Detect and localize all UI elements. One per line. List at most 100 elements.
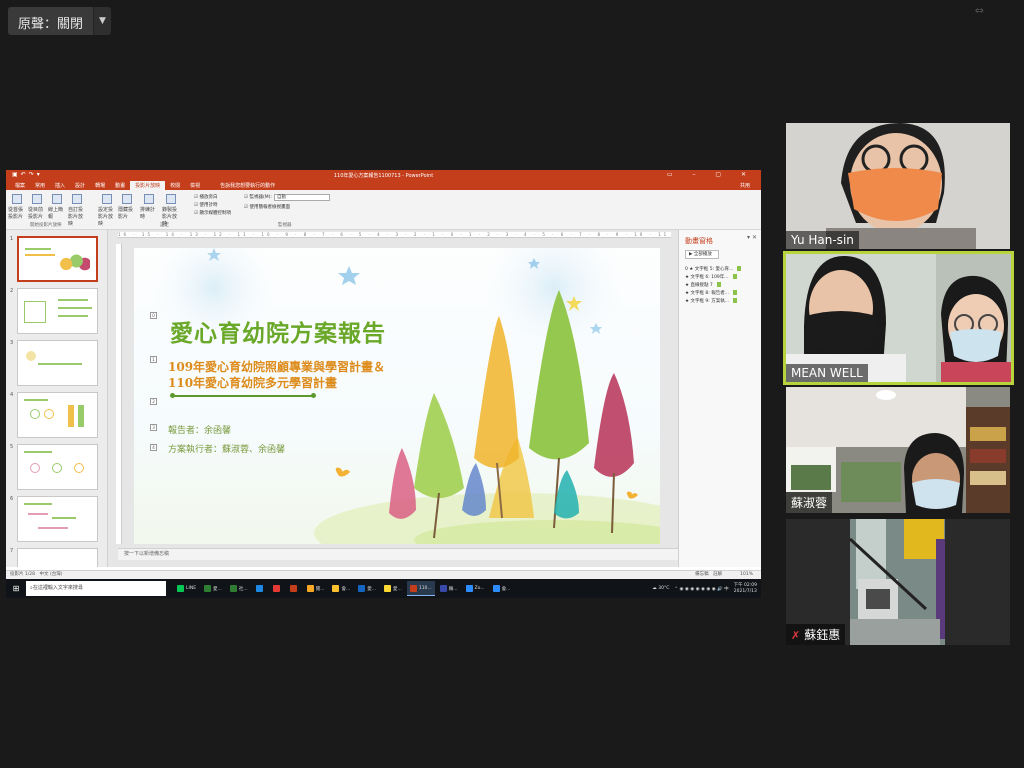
thumb-number: 6 <box>10 496 14 502</box>
taskbar-app[interactable]: Zo... <box>463 581 488 596</box>
status-right[interactable]: 備忘稿 註解 101% <box>695 571 753 579</box>
taskbar-app[interactable]: 110... <box>406 581 435 596</box>
slide-thumbnail-3[interactable] <box>17 340 98 386</box>
mic-muted-icon: ✗ <box>791 629 801 642</box>
from-current-button[interactable]: 從目前投影片 <box>28 194 46 220</box>
taskbar-app-label: 社... <box>238 586 248 592</box>
app-icon <box>332 585 340 592</box>
taskbar-app[interactable] <box>270 581 285 596</box>
original-sound-control[interactable]: 原聲：關閉 ▼ <box>8 7 112 35</box>
tab-design[interactable]: 設計 <box>70 181 90 190</box>
original-sound-label[interactable]: 原聲：關閉 <box>8 7 94 35</box>
app-icon <box>384 585 392 592</box>
rehearse-timings-button[interactable]: 排練計時 <box>140 194 158 220</box>
taskbar-app[interactable]: 會... <box>490 581 514 596</box>
app-icon <box>409 584 417 592</box>
slide-reporter: 報告者：余函馨 <box>168 426 232 436</box>
taskbar-app[interactable]: 會... <box>329 581 353 596</box>
tab-review[interactable]: 校閱 <box>165 181 185 190</box>
ppt-workspace: 1 2 3 4 5 6 7 16 · 15 · 14 · 13 · 12 · 1… <box>6 230 761 567</box>
play-all-button[interactable]: ▶ 全部播放 <box>685 250 719 259</box>
expand-icon[interactable]: ⇔ <box>975 4 984 17</box>
tab-home[interactable]: 常用 <box>30 181 50 190</box>
tab-slideshow[interactable]: 投影片放映 <box>130 181 166 190</box>
animation-item[interactable]: ★ 文字框 9: 方案執... <box>685 298 737 304</box>
taskbar-app[interactable]: LINE <box>174 581 199 596</box>
tray-icons[interactable]: ⌃ ◉ ◉ ◉ ◉ ◉ ◉ ◉ 🔊 中 <box>674 586 728 592</box>
notes-placeholder[interactable]: 按一下以新增備忘稿 <box>118 548 678 560</box>
taskbar-app-label: 愛... <box>367 586 377 592</box>
windows-start-icon[interactable]: ⊞ <box>6 584 26 593</box>
slide-thumbnail-7[interactable] <box>17 548 98 567</box>
app-icon <box>204 585 212 592</box>
setup-show-button[interactable]: 設定投影片放映 <box>98 194 116 227</box>
tab-animations[interactable]: 動畫 <box>110 181 130 190</box>
app-icon <box>289 585 297 592</box>
chevron-down-icon[interactable]: ▼ <box>93 7 112 35</box>
custom-show-button[interactable]: 自訂投影片放映 <box>68 194 86 227</box>
participant-tile-4[interactable]: ✗ 蘇鈺惠 <box>786 519 1010 645</box>
taskbar-app[interactable]: 賴... <box>437 581 461 596</box>
share-button[interactable]: 共用 <box>735 181 755 190</box>
taskbar-app[interactable] <box>253 581 268 596</box>
ppt-window-title: 110年愛心方案報告1100713 - PowerPoint <box>333 172 434 179</box>
animation-item[interactable]: ★ 文字框 6: 109年... <box>685 274 737 280</box>
taskbar-app[interactable]: 社... <box>227 581 251 596</box>
tab-transitions[interactable]: 轉場 <box>90 181 110 190</box>
slide-thumbnail-2[interactable] <box>17 288 98 334</box>
window-controls[interactable]: ▭ – ▢ ✕ <box>667 171 755 178</box>
slide-divider <box>170 393 316 398</box>
animation-item[interactable]: 0 ★ 文字框 5: 愛心育... <box>685 266 742 272</box>
use-timings-checkbox[interactable]: 使用計時 <box>194 202 217 208</box>
animation-item[interactable]: ★ 文字框 8: 報告者... <box>685 290 737 296</box>
taskbar-app[interactable] <box>287 581 302 596</box>
windows-taskbar: ⊞ ⌕ 在這裡輸入文字來搜尋 LINE 愛... 社... 閱... 會... 愛... 愛… <box>6 579 761 598</box>
taskbar-app-label: 愛... <box>213 586 222 592</box>
slide-thumbnail-pane[interactable]: 1 2 3 4 5 6 7 <box>6 230 108 567</box>
from-beginning-button[interactable]: 從首張投影片 <box>8 194 26 220</box>
taskbar-app-label: 愛... <box>393 586 402 592</box>
animation-pane[interactable]: 動畫窗格 ▾ ✕ ▶ 全部播放 0 ★ 文字框 5: 愛心育... ★ 文字框 … <box>678 230 761 567</box>
tab-view[interactable]: 檢視 <box>185 181 205 190</box>
participant-name: 蘇淑蓉 <box>786 492 833 513</box>
slide-thumbnail-6[interactable] <box>17 496 98 542</box>
present-online-button[interactable]: 線上簡報 <box>48 194 66 220</box>
animation-marker: 2 <box>150 398 157 405</box>
close-icon[interactable]: ▾ ✕ <box>747 234 757 241</box>
taskbar-app-label: 賴... <box>448 586 458 592</box>
horizontal-ruler: 16 · 15 · 14 · 13 · 12 · 11 · 10 · 9 · 8… <box>118 232 671 238</box>
animation-marker: 0 <box>150 312 157 319</box>
ppt-ribbon: 從首張投影片 從目前投影片 線上簡報 自訂投影片放映 設定投影片放映 隱藏投影片… <box>6 190 761 230</box>
tab-file[interactable]: 檔案 <box>10 181 30 190</box>
slide-thumbnail-4[interactable] <box>17 392 98 438</box>
app-icon <box>272 585 280 592</box>
participant-name: MEAN WELL <box>786 364 868 382</box>
presenter-view-checkbox[interactable]: 使用簡報者檢視畫面 <box>244 204 290 210</box>
taskbar-app-label: 會... <box>341 586 351 592</box>
ppt-ribbon-tabs: 檔案 常用 插入 設計 轉場 動畫 投影片放映 校閱 檢視 告訴我您想要執行的動… <box>6 180 761 190</box>
taskbar-app[interactable]: 愛... <box>355 581 379 596</box>
group-monitors: 監視器 <box>278 223 292 228</box>
monitor-select[interactable]: 自動 <box>274 194 330 201</box>
media-controls-checkbox[interactable]: 顯示媒體控制項 <box>194 210 231 216</box>
participant-tile-1[interactable]: Yu Han-sin <box>786 123 1010 249</box>
weather-icon[interactable]: ☁ 30°C <box>652 586 669 591</box>
animation-item[interactable]: ★ 直線接點 7 <box>685 282 721 288</box>
tell-me-search[interactable]: 告訴我您想要執行的動作 <box>215 181 280 190</box>
slide-thumbnail-5[interactable] <box>17 444 98 490</box>
group-start-slideshow: 開始投影片放映 <box>30 223 62 228</box>
taskbar-app[interactable]: 閱... <box>304 581 328 596</box>
participant-tile-2[interactable]: MEAN WELL <box>783 251 1014 385</box>
hide-slide-button[interactable]: 隱藏投影片 <box>118 194 136 220</box>
participant-tile-3[interactable]: 蘇淑蓉 <box>786 387 1010 513</box>
tab-insert[interactable]: 插入 <box>50 181 70 190</box>
taskbar-app[interactable]: 愛... <box>381 581 405 596</box>
taskbar-app[interactable]: 愛... <box>201 581 225 596</box>
slide-thumbnail-1[interactable] <box>17 236 98 282</box>
taskbar-search-input[interactable]: ⌕ 在這裡輸入文字來搜尋 <box>26 581 166 596</box>
play-narrations-checkbox[interactable]: 播放旁白 <box>194 194 217 200</box>
quick-access-icons[interactable]: ▣↶↷▾ <box>12 171 43 178</box>
slide-canvas[interactable]: 0 1 2 3 4 愛心育幼院方案報告 109年愛心育幼院照顧專業與學習計畫＆ … <box>134 248 660 544</box>
taskbar-clock[interactable]: 下午 02:09 2021/7/13 <box>734 583 757 595</box>
taskbar-app-label: Zo... <box>474 586 485 591</box>
